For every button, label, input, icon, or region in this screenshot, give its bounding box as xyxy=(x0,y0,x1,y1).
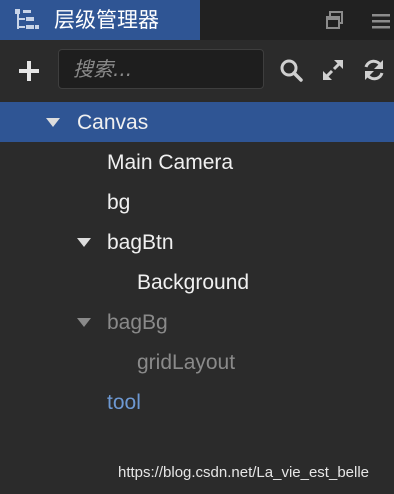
popout-icon[interactable] xyxy=(322,8,348,34)
hierarchy-panel: 层级管理器 Canva xyxy=(0,0,394,494)
tree-node-label: gridLayout xyxy=(137,351,236,374)
tree-node-main-camera[interactable]: Main Camera xyxy=(0,142,394,182)
watermark-url: https://blog.csdn.net/La_vie_est_belle xyxy=(118,464,370,481)
collapse-arrow-icon[interactable] xyxy=(77,238,91,247)
tree-node-gridlayout[interactable]: gridLayout xyxy=(0,342,394,382)
tree-node-label: Canvas xyxy=(77,111,149,134)
add-node-icon[interactable] xyxy=(16,58,42,84)
tree-node-canvas[interactable]: Canvas xyxy=(0,102,394,142)
panel-tab-bar: 层级管理器 xyxy=(0,0,394,40)
tree-node-bg[interactable]: bg xyxy=(0,182,394,222)
refresh-icon[interactable] xyxy=(361,57,387,83)
tree-node-background[interactable]: Background xyxy=(0,262,394,302)
tree-node-label: Main Camera xyxy=(107,151,234,174)
tree-node-label: bagBtn xyxy=(107,231,174,254)
tree-node-label: Background xyxy=(137,271,250,294)
collapse-arrow-icon[interactable] xyxy=(46,118,60,127)
tree-node-bagbg[interactable]: bagBg xyxy=(0,302,394,342)
expand-all-icon[interactable] xyxy=(320,57,346,83)
tree-node-label: bg xyxy=(107,191,131,214)
tree-node-tool[interactable]: tool xyxy=(0,382,394,422)
hierarchy-icon xyxy=(15,9,39,29)
menu-icon[interactable] xyxy=(368,8,394,34)
tree-node-label: bagBg xyxy=(107,311,168,334)
search-input[interactable] xyxy=(58,49,264,89)
collapse-arrow-icon[interactable] xyxy=(77,318,91,327)
panel-title: 层级管理器 xyxy=(54,8,159,32)
search-icon[interactable] xyxy=(278,57,304,83)
tab-hierarchy[interactable]: 层级管理器 xyxy=(0,0,200,40)
tree-node-label: tool xyxy=(107,391,141,414)
tree-node-bagbtn[interactable]: bagBtn xyxy=(0,222,394,262)
